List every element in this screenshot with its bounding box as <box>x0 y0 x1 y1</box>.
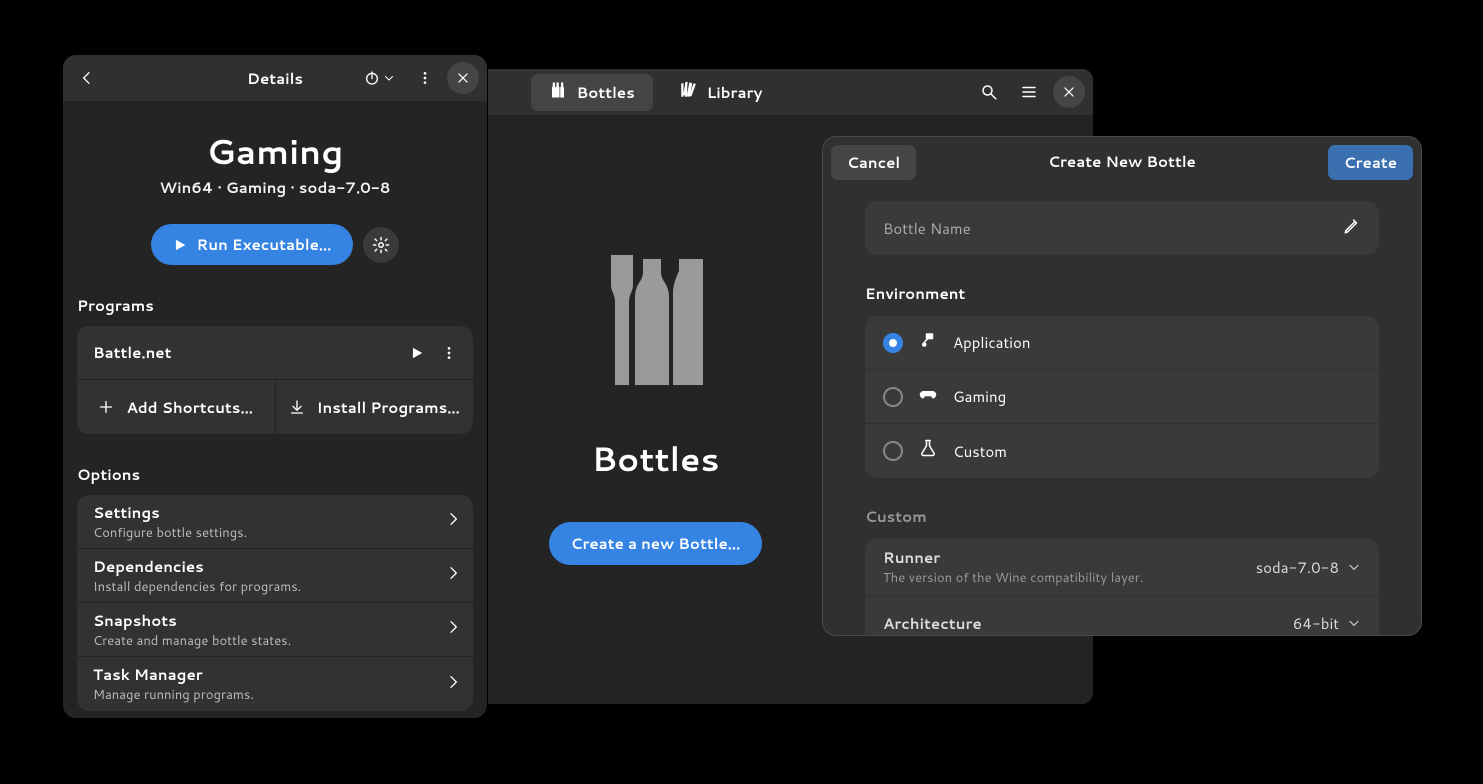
bottle-name-field[interactable]: Bottle Name <box>865 201 1379 255</box>
radio-selected-icon <box>883 333 903 353</box>
run-executable-button[interactable]: Run Executable… <box>151 224 354 265</box>
architecture-row[interactable]: Architecture 64-bit <box>865 596 1379 635</box>
bottle-details-window: Details Gaming Win64 · Gaming · soda-7.0… <box>62 54 488 719</box>
power-menu-button[interactable] <box>354 65 403 91</box>
option-title: Settings <box>93 502 445 523</box>
window-title: Details <box>247 68 303 89</box>
env-label: Application <box>953 332 1031 353</box>
radio-icon <box>883 387 903 407</box>
chevron-right-icon <box>445 510 461 533</box>
env-application[interactable]: Application <box>865 316 1379 370</box>
env-gaming[interactable]: Gaming <box>865 370 1379 424</box>
library-icon <box>679 81 697 104</box>
radio-icon <box>883 441 903 461</box>
run-program-button[interactable] <box>401 337 433 369</box>
option-subtitle: Manage running programs. <box>93 686 445 704</box>
runner-combo[interactable]: soda-7.0-8 <box>1256 557 1361 578</box>
env-label: Gaming <box>953 386 1006 407</box>
chevron-right-icon <box>445 618 461 641</box>
kebab-menu-button[interactable] <box>409 62 441 94</box>
add-shortcuts-button[interactable]: Add Shortcuts… <box>77 380 276 434</box>
cancel-button[interactable]: Cancel <box>831 145 916 180</box>
program-kebab-button[interactable] <box>433 337 465 369</box>
environment-heading: Environment <box>865 283 1379 304</box>
chevron-right-icon <box>445 673 461 696</box>
install-programs-label: Install Programs… <box>317 397 460 418</box>
architecture-title: Architecture <box>883 613 1293 634</box>
env-label: Custom <box>953 441 1007 462</box>
bottle-preferences-button[interactable] <box>363 227 399 263</box>
program-row: Battle.net <box>77 326 473 380</box>
bottles-icon <box>549 81 567 104</box>
pencil-icon <box>1343 217 1361 240</box>
back-button[interactable] <box>71 62 103 94</box>
option-snapshots[interactable]: Snapshots Create and manage bottle state… <box>77 603 473 657</box>
dialog-headerbar: Cancel Create New Bottle Create <box>823 137 1421 185</box>
option-title: Dependencies <box>93 556 445 577</box>
bottle-name-placeholder: Bottle Name <box>883 218 1343 239</box>
details-headerbar: Details <box>63 55 487 101</box>
tab-library[interactable]: Library <box>661 74 781 111</box>
option-title: Task Manager <box>93 664 445 685</box>
add-shortcuts-label: Add Shortcuts… <box>126 397 253 418</box>
options-card: Settings Configure bottle settings. Depe… <box>77 495 473 711</box>
close-button[interactable] <box>447 62 479 94</box>
option-task-manager[interactable]: Task Manager Manage running programs. <box>77 657 473 711</box>
page-title: Bottles <box>592 435 720 482</box>
create-button[interactable]: Create <box>1328 145 1413 180</box>
architecture-value: 64-bit <box>1293 613 1339 634</box>
option-subtitle: Create and manage bottle states. <box>93 632 445 650</box>
option-dependencies[interactable]: Dependencies Install dependencies for pr… <box>77 549 473 603</box>
search-button[interactable] <box>973 76 1005 108</box>
create-new-bottle-button[interactable]: Create a new Bottle… <box>549 522 763 565</box>
program-name: Battle.net <box>93 342 401 363</box>
run-executable-label: Run Executable… <box>197 234 332 255</box>
runner-value: soda-7.0-8 <box>1256 557 1339 578</box>
option-title: Snapshots <box>93 610 445 631</box>
chevron-right-icon <box>445 564 461 587</box>
custom-options: Runner The version of the Wine compatibi… <box>865 539 1379 635</box>
runner-row[interactable]: Runner The version of the Wine compatibi… <box>865 539 1379 596</box>
architecture-combo[interactable]: 64-bit <box>1293 613 1361 634</box>
env-custom[interactable]: Custom <box>865 424 1379 478</box>
options-heading: Options <box>77 464 473 485</box>
tab-bottles[interactable]: Bottles <box>531 74 653 111</box>
option-subtitle: Configure bottle settings. <box>93 524 445 542</box>
dialog-title: Create New Bottle <box>1048 151 1196 172</box>
option-subtitle: Install dependencies for programs. <box>93 578 445 596</box>
environment-options: Application Gaming Custom <box>865 316 1379 478</box>
flask-icon <box>919 439 937 463</box>
option-settings[interactable]: Settings Configure bottle settings. <box>77 495 473 549</box>
bottles-app-icon <box>601 255 711 385</box>
programs-heading: Programs <box>77 295 473 316</box>
tab-label: Library <box>707 82 763 103</box>
tab-label: Bottles <box>577 82 635 103</box>
custom-heading: Custom <box>865 506 1379 527</box>
install-programs-button[interactable]: Install Programs… <box>276 380 474 434</box>
programs-card: Battle.net Add Shortcuts… Install Progra… <box>77 326 473 434</box>
gamepad-icon <box>919 385 937 409</box>
bottle-title: Gaming <box>77 127 473 175</box>
close-button[interactable] <box>1053 76 1085 108</box>
create-new-bottle-dialog: Cancel Create New Bottle Create Bottle N… <box>822 136 1422 636</box>
runner-title: Runner <box>883 547 1256 568</box>
bottle-meta: Win64 · Gaming · soda-7.0-8 <box>77 177 473 198</box>
runner-subtitle: The version of the Wine compatibility la… <box>883 569 1256 587</box>
application-icon <box>919 331 937 355</box>
hamburger-menu-button[interactable] <box>1013 76 1045 108</box>
